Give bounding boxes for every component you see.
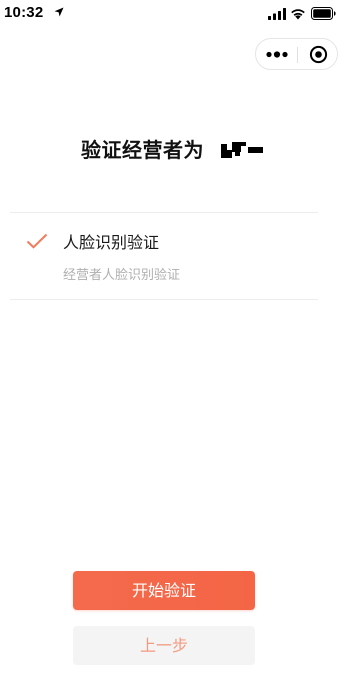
more-dots-icon[interactable] xyxy=(266,51,288,58)
signal-bars-icon xyxy=(268,8,286,20)
status-bar: 10:32 xyxy=(0,0,344,28)
redacted-name-mark xyxy=(221,141,264,158)
wifi-icon xyxy=(291,9,305,20)
start-verification-button[interactable]: 开始验证 xyxy=(73,571,255,610)
option-subtitle: 经营者人脸识别验证 xyxy=(63,268,181,283)
battery-icon xyxy=(311,7,336,20)
status-time: 10:32 xyxy=(4,4,44,21)
capsule-menu xyxy=(255,38,338,70)
option-title: 人脸识别验证 xyxy=(63,233,160,252)
checkmark-icon xyxy=(26,233,48,249)
previous-step-button[interactable]: 上一步 xyxy=(73,626,255,665)
face-verification-option[interactable]: 人脸识别验证 经营者人脸识别验证 xyxy=(0,214,344,298)
capsule-divider xyxy=(297,47,298,63)
location-arrow-icon xyxy=(54,7,64,17)
divider-bottom xyxy=(10,299,318,300)
title-text: 验证经营者为 xyxy=(80,138,204,162)
close-target-icon[interactable] xyxy=(309,45,328,64)
divider-top xyxy=(10,212,318,213)
page-title: 验证经营者为 xyxy=(0,134,344,168)
